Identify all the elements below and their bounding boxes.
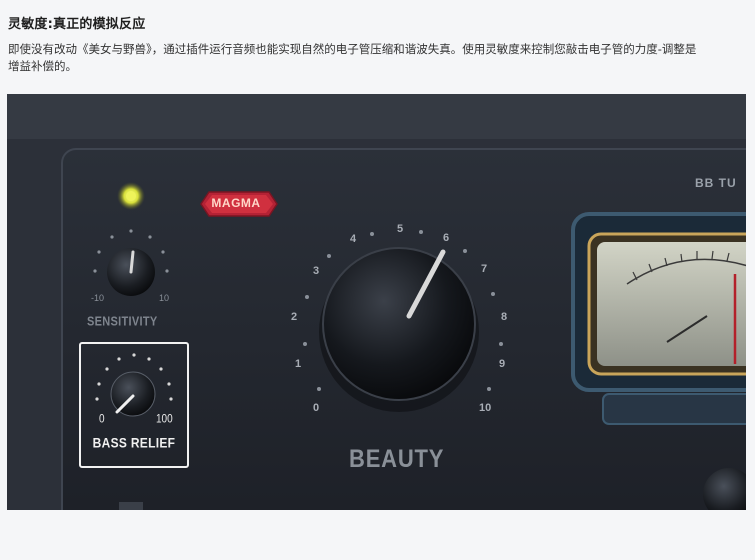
magma-logo-text: MAGMA (211, 196, 261, 210)
beauty-tick-6: 6 (443, 232, 449, 244)
beauty-label: BEAUTY (349, 444, 445, 473)
beauty-tick-2: 2 (291, 311, 297, 323)
beauty-tick-7: 7 (481, 263, 487, 275)
sensitivity-label: SENSITIVITY (87, 315, 158, 329)
beauty-tick-9: 9 (499, 358, 505, 370)
section-title: 灵敏度:真正的模拟反应 (8, 17, 146, 32)
beauty-tick-10: 10 (479, 402, 491, 414)
bass-relief-label: BASS RELIEF (92, 434, 176, 452)
bass-relief-highlight-box: 0 100 BASS RELIEF (79, 342, 189, 468)
beauty-tick-3: 3 (313, 265, 319, 277)
sensitivity-min-label: -10 (91, 293, 104, 303)
sensitivity-max-label: 10 (159, 293, 169, 303)
beauty-tick-1: 1 (295, 358, 301, 370)
beauty-tick-0: 0 (313, 402, 319, 414)
beauty-knob[interactable] (319, 247, 479, 412)
beauty-tick-8: 8 (501, 311, 507, 323)
bass-relief-max-label: 100 (156, 412, 173, 427)
plugin-screenshot: -10 10 0 1 2 3 4 5 6 7 8 9 10 MAGMA BB T… (7, 94, 746, 510)
section-description: 即使没有改动《美女与野兽》，通过插件运行音频也能实现自然的电子管压缩和谐波失真。… (8, 42, 697, 73)
beauty-tick-5: 5 (397, 223, 403, 235)
product-name-text: BB TU (695, 176, 737, 190)
beauty-tick-4: 4 (350, 233, 357, 245)
bass-relief-min-label: 0 (99, 412, 105, 427)
